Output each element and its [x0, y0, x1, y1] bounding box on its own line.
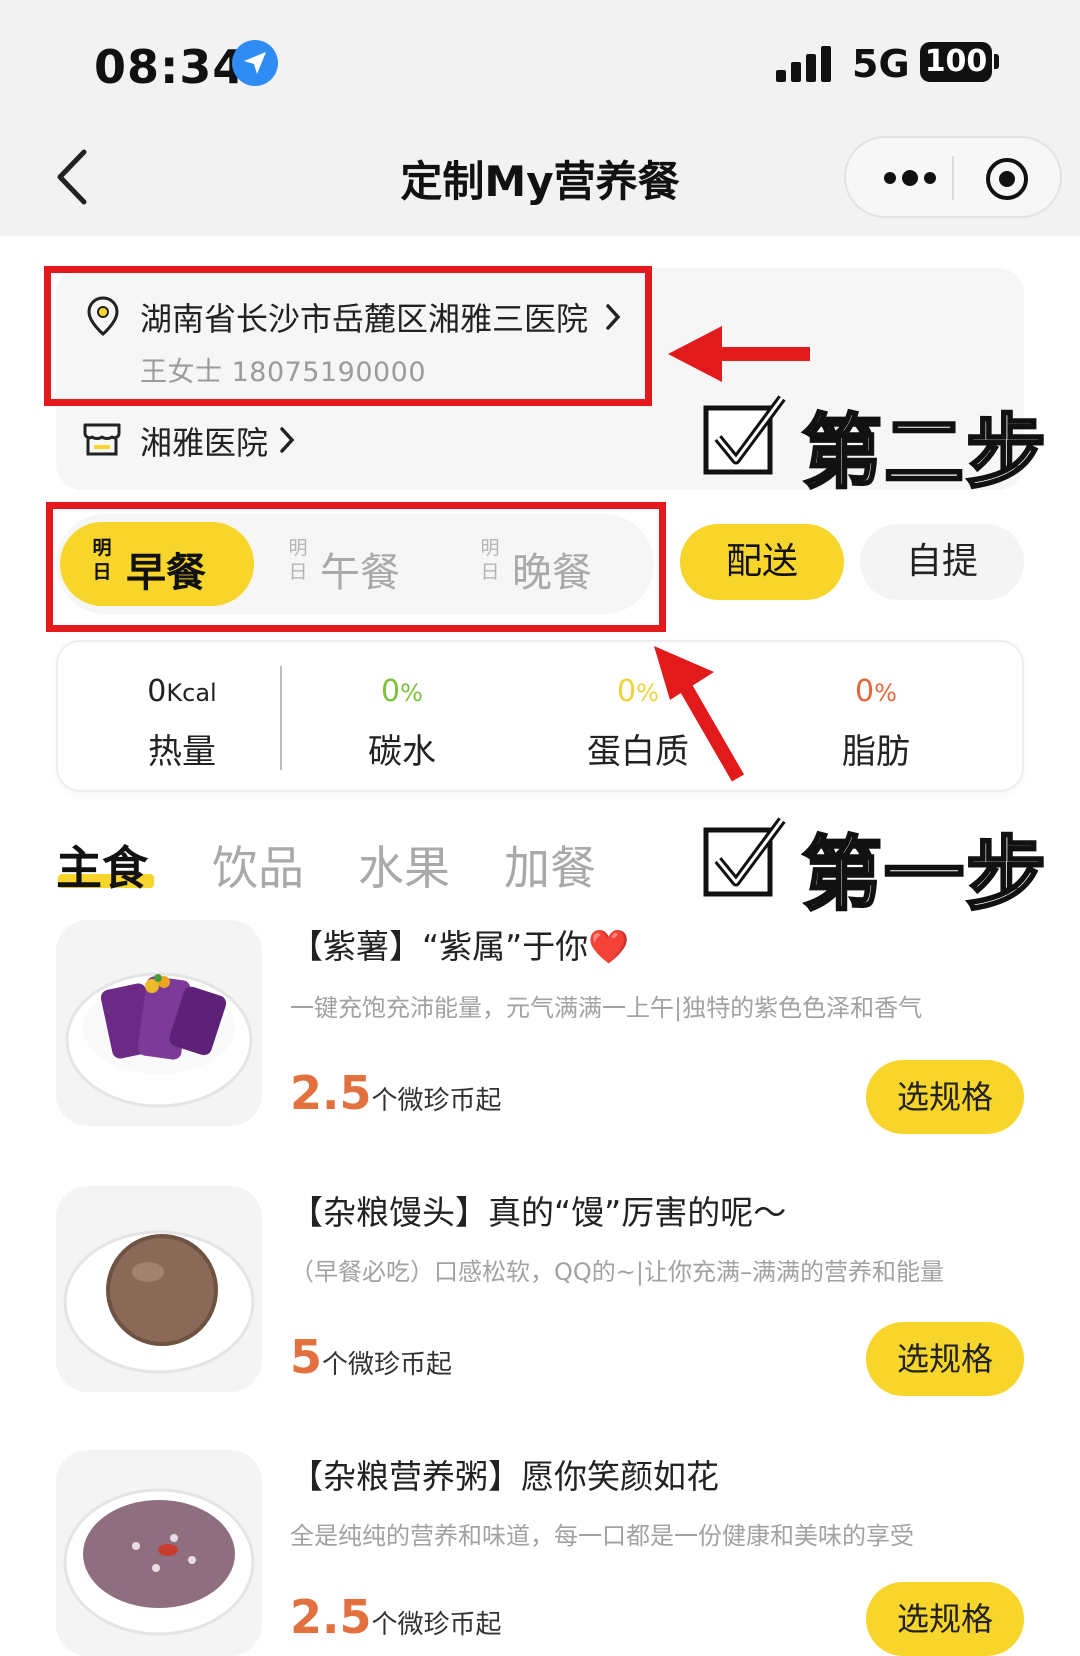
status-bar: 08:34 5G 100 [0, 0, 1080, 120]
annotation-step-two: 第二步 [702, 394, 1062, 501]
calories-value: 0Kcal [147, 674, 217, 709]
checkbox-checked-icon [703, 817, 786, 897]
step-one-label: 第一步 [801, 827, 1048, 923]
store-icon [83, 423, 121, 456]
food-title: 【紫薯】“紫属”于你❤️ [290, 927, 630, 966]
tab-fruit[interactable]: 水果 [358, 832, 450, 898]
select-spec-button[interactable]: 选规格 [866, 1322, 1024, 1396]
heart-icon: ❤️ [588, 927, 630, 966]
red-arrow-up-icon [654, 646, 745, 782]
battery-tip [994, 54, 999, 69]
more-icon[interactable] [872, 160, 958, 196]
annotation-box-address [44, 266, 652, 406]
step-two-label: 第二步 [801, 405, 1048, 501]
food-title: 【杂粮营养粥】愿你笑颜如花 [290, 1457, 719, 1496]
food-description: （早餐必吃）口感松软，QQ的~|让你充满–满满的营养和能量 [290, 1258, 944, 1286]
annotation-box-meal-tabs [46, 502, 666, 632]
miniprogram-capsule [844, 136, 1062, 218]
tab-extra-meal[interactable]: 加餐 [504, 832, 596, 898]
store-name[interactable]: 湘雅医院 [140, 418, 268, 464]
calories-label: 热量 [148, 732, 216, 772]
nav-bar: 定制My营养餐 [0, 120, 1080, 236]
red-arrow-left-icon [668, 326, 810, 382]
annotation-step-one: 第一步 [702, 816, 1062, 923]
food-price: 5个微珍币起 [290, 1330, 453, 1384]
food-description: 全是纯纯的营养和味道，每一口都是一份健康和美味的享受 [290, 1522, 914, 1550]
tab-drinks[interactable]: 饮品 [212, 832, 304, 898]
select-spec-button[interactable]: 选规格 [866, 1060, 1024, 1134]
location-arrow-icon [232, 40, 278, 86]
food-price: 2.5个微珍币起 [290, 1066, 502, 1120]
capsule-divider [952, 156, 954, 200]
food-image-purple-sweet-potato[interactable] [56, 920, 262, 1126]
fat-label: 脂肪 [842, 732, 910, 772]
close-target-icon[interactable] [984, 156, 1030, 202]
chevron-right-icon[interactable] [278, 426, 296, 454]
pickup-button[interactable]: 自提 [860, 524, 1024, 600]
food-image-grain-porridge[interactable] [56, 1450, 262, 1656]
signal-icon [776, 46, 832, 82]
network-type: 5G [852, 42, 910, 86]
food-description: 一键充饱充沛能量，元气满满一上午|独特的紫色色泽和香气 [290, 994, 923, 1022]
food-price: 2.5个微珍币起 [290, 1590, 502, 1644]
battery-icon: 100 [920, 42, 992, 82]
food-title: 【杂粮馒头】真的“馒”厉害的呢～ [290, 1193, 787, 1232]
checkbox-checked-icon [703, 395, 786, 475]
status-time: 08:34 [94, 40, 246, 94]
carbs-value: 0% [381, 674, 423, 709]
delivery-button[interactable]: 配送 [680, 524, 844, 600]
fat-value: 0% [855, 674, 897, 709]
carbs-label: 碳水 [368, 732, 436, 772]
tab-staple-food[interactable]: 主食 [56, 832, 148, 898]
food-image-grain-bun[interactable] [56, 1186, 262, 1392]
select-spec-button[interactable]: 选规格 [866, 1582, 1024, 1656]
